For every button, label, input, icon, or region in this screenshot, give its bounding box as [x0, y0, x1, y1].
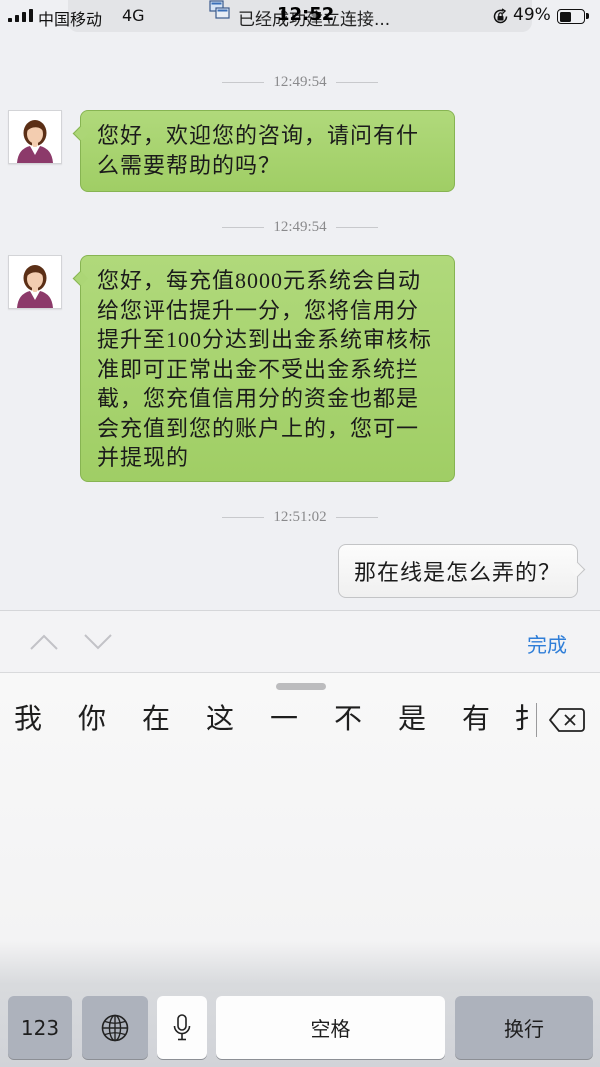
- candidate-word[interactable]: 一: [270, 702, 298, 736]
- candidate-separator: [536, 703, 537, 737]
- rotation-lock-icon: [493, 8, 508, 24]
- message-line: 截，您充值信用分的资金也都是: [97, 386, 420, 411]
- candidate-word: 扌: [514, 702, 537, 735]
- timestamp-divider: [222, 226, 265, 228]
- battery-nub: [586, 13, 589, 19]
- candidate-word[interactable]: 在: [142, 702, 170, 736]
- candidate-word-partial[interactable]: 扌: [514, 702, 537, 738]
- message-line: 提升至100分达到出金系统审核标: [97, 327, 433, 352]
- timestamp-text: 12:49:54: [273, 73, 327, 90]
- message-timestamp: 12:49:54: [0, 72, 600, 92]
- agent-avatar-icon[interactable]: [8, 255, 62, 309]
- candidate-word[interactable]: 是: [398, 702, 426, 736]
- timestamp-divider: [222, 516, 265, 518]
- timestamp-divider: [335, 81, 378, 83]
- network-type: 4G: [122, 6, 145, 25]
- bubble-tail: [72, 270, 89, 287]
- numbers-key[interactable]: 123: [8, 996, 72, 1059]
- agent-avatar-icon[interactable]: [8, 110, 62, 164]
- chevron-down-icon[interactable]: [83, 633, 113, 651]
- globe-key[interactable]: [82, 996, 148, 1059]
- remote-connection-icon: [209, 0, 230, 19]
- message-line: 并提现的: [97, 445, 190, 470]
- agent-message-bubble[interactable]: 您好，每充值8000元系统会自动 给您评估提升一分，您将信用分 提升至100分达…: [72, 255, 455, 482]
- microphone-icon: [173, 1013, 191, 1040]
- candidate-word[interactable]: 有: [462, 702, 490, 736]
- bubble-tail: [569, 561, 586, 578]
- bubble-tail: [72, 125, 89, 142]
- timestamp-divider: [335, 226, 378, 228]
- candidate-word[interactable]: 我: [14, 702, 42, 736]
- microphone-key[interactable]: [157, 996, 207, 1059]
- chevron-up-icon[interactable]: [29, 633, 59, 651]
- message-line: 给您评估提升一分，您将信用分: [97, 297, 420, 323]
- carrier-name: 中国移动: [38, 10, 103, 29]
- message-line: 准即可正常出金不受出金系统拦: [97, 356, 420, 382]
- done-button[interactable]: 完成: [527, 629, 567, 658]
- battery-icon: [557, 9, 585, 24]
- timestamp-text: 12:51:02: [273, 508, 327, 525]
- message-line: 您好，欢迎您的咨询，请问有什: [97, 123, 420, 148]
- globe-icon: [101, 1014, 129, 1041]
- message-line: 那在线是怎么弄的？: [354, 560, 562, 585]
- space-key[interactable]: 空格: [216, 996, 445, 1059]
- status-bar: 中国移动 4G 已经成功建立连接... 12:52 49%: [0, 0, 600, 34]
- candidate-word[interactable]: 这: [206, 702, 234, 736]
- battery-level-fill: [559, 11, 571, 22]
- agent-message-bubble[interactable]: 您好，欢迎您的咨询，请问有什 么需要帮助的吗？: [72, 110, 455, 192]
- message-timestamp: 12:51:02: [0, 507, 600, 527]
- keyboard: 我 你 在 这 一 不 是 有 扌 123 空格 换行: [0, 672, 600, 1067]
- battery-percentage: 49%: [513, 5, 551, 25]
- timestamp-divider: [335, 516, 378, 518]
- message-line: 会充值到您的账户上的，您可一: [97, 415, 420, 441]
- candidate-word[interactable]: 不: [334, 702, 362, 736]
- message-line: 么需要帮助的吗？: [97, 153, 282, 178]
- message-line: 您好，每充值8000元系统会自动: [97, 268, 422, 293]
- user-message-bubble[interactable]: 那在线是怎么弄的？: [338, 544, 586, 598]
- keyboard-drag-handle[interactable]: [276, 683, 326, 690]
- timestamp-divider: [222, 81, 265, 83]
- signal-bars-icon: [8, 9, 33, 22]
- delete-key-icon[interactable]: [548, 707, 586, 733]
- candidate-word[interactable]: 你: [78, 702, 106, 736]
- status-time: 12:52: [277, 4, 335, 25]
- return-key[interactable]: 换行: [455, 996, 593, 1059]
- message-timestamp: 12:49:54: [0, 217, 600, 237]
- timestamp-text: 12:49:54: [273, 218, 327, 235]
- input-accessory-toolbar: 完成: [0, 610, 600, 672]
